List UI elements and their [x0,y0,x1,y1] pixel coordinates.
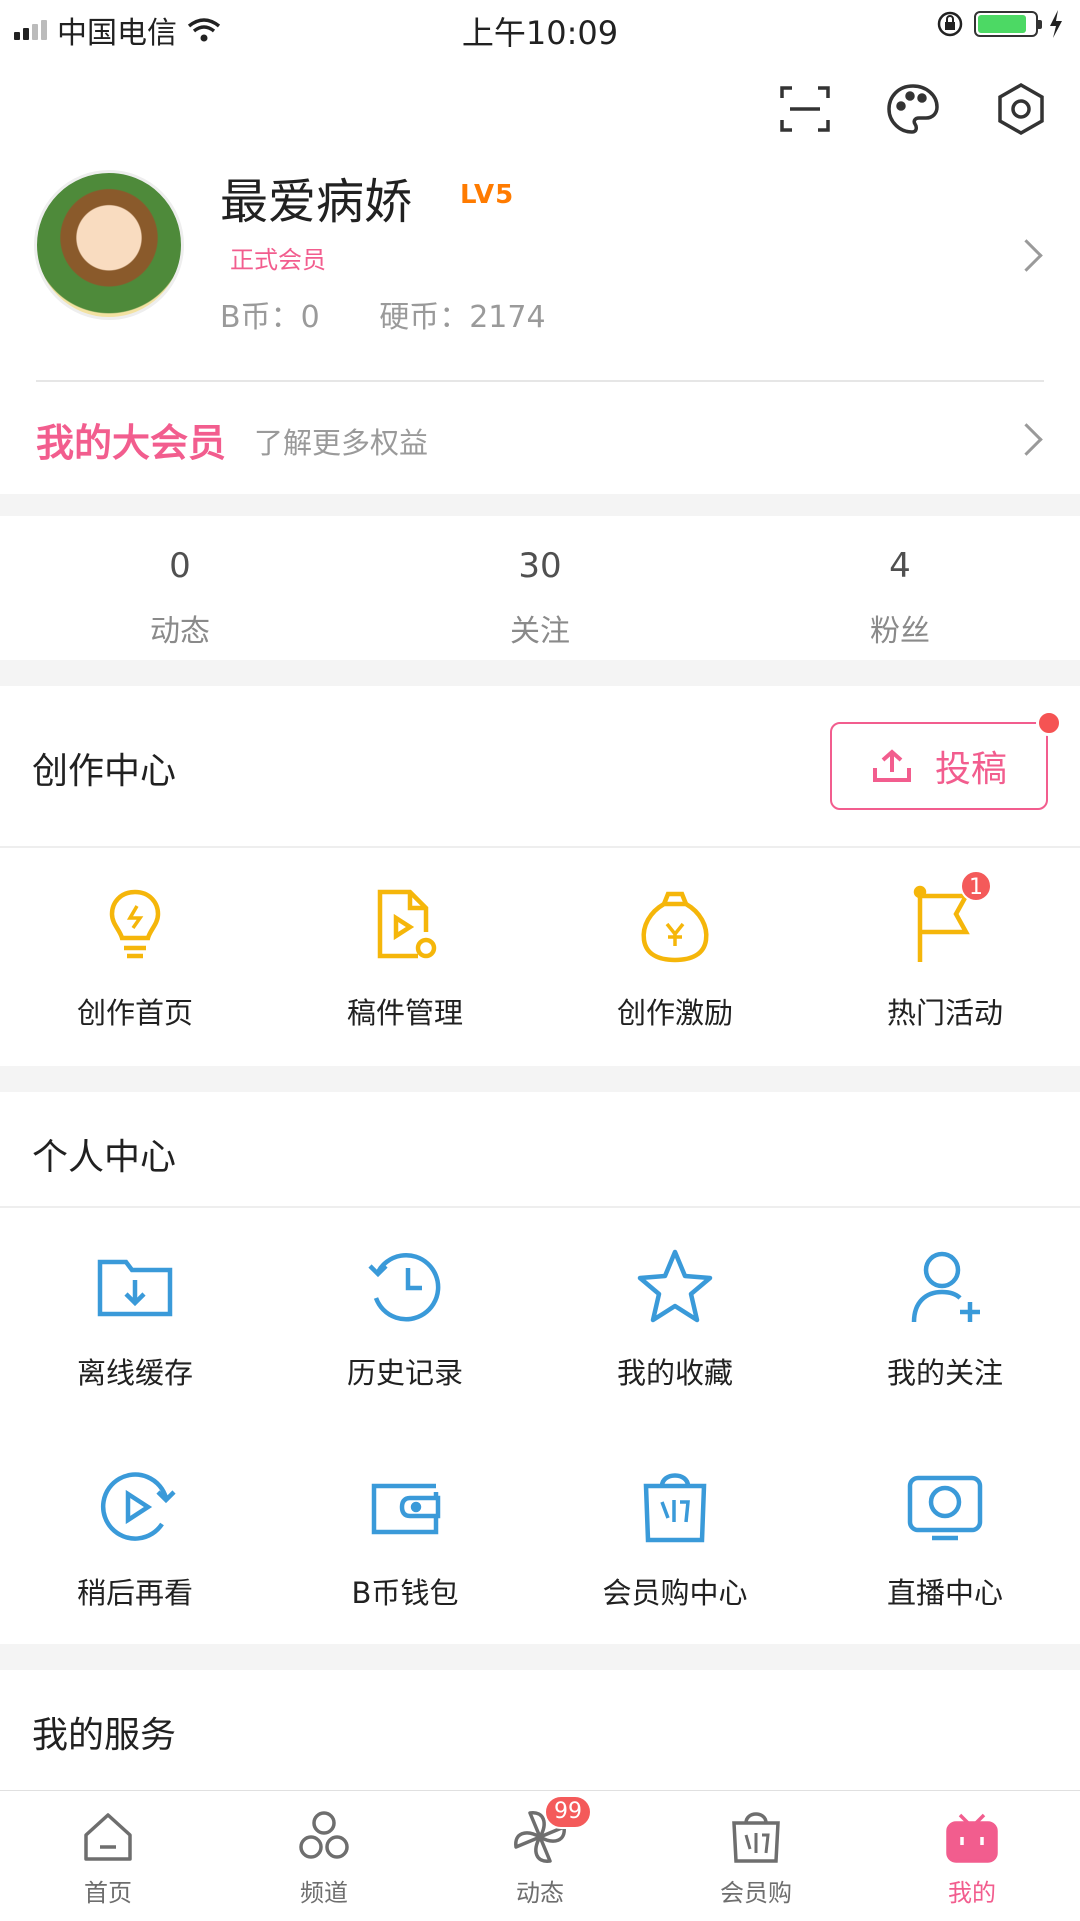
flag-icon: 1 [900,870,992,972]
divider [0,846,1080,848]
level-badge: LV5 [460,180,515,210]
offline-cache-item[interactable]: 离线缓存 [0,1242,270,1392]
bottom-tab-bar: 首页 频道 99 动态 会员购 我的 [0,1790,1080,1921]
item-label: 直播中心 [886,1576,1003,1610]
stat-value: 4 [889,546,911,586]
item-label: 离线缓存 [76,1356,193,1390]
stat-value: 0 [169,546,191,586]
upload-icon [872,749,911,782]
channel-icon [294,1807,354,1867]
item-label: 热门活动 [886,996,1003,1030]
chevron-right-icon [1010,239,1043,272]
upload-label: 投稿 [934,749,1007,790]
big-vip-subtitle: 了解更多权益 [254,426,429,460]
divider [0,1206,1080,1208]
rotation-lock-icon [937,11,963,37]
favorites-item[interactable]: 我的收藏 [540,1242,810,1392]
bilibili-tv-icon [942,1807,1002,1867]
item-label: B币钱包 [351,1576,459,1610]
my-services-section: 我的服务 [0,1670,1080,1790]
stat-dynamic[interactable]: 0 动态 [0,546,360,650]
stat-value: 30 [518,546,562,586]
section-title: 个人中心 [32,1137,177,1178]
tab-label: 我的 [948,1879,996,1907]
chevron-right-icon [1010,423,1043,456]
item-label: 稍后再看 [76,1576,193,1610]
scan-icon[interactable] [776,80,834,138]
item-label: 会员购中心 [602,1576,748,1610]
wallet-icon [360,1462,450,1552]
history-item[interactable]: 历史记录 [270,1242,540,1392]
tab-home[interactable]: 首页 [0,1807,216,1908]
history-clock-icon [360,1242,450,1332]
item-label: 我的关注 [886,1356,1003,1390]
item-label: 稿件管理 [346,996,463,1030]
tab-vip-shop[interactable]: 会员购 [648,1807,864,1908]
stat-label: 关注 [510,614,570,649]
tab-dynamic[interactable]: 99 动态 [432,1795,648,1908]
settings-gear-icon[interactable] [992,80,1050,138]
manuscript-manage-item[interactable]: 稿件管理 [270,882,540,1032]
shop-bag-icon [726,1807,786,1867]
live-center-item[interactable]: 直播中心 [810,1462,1080,1612]
my-following-item[interactable]: 我的关注 [810,1242,1080,1392]
item-label: 我的收藏 [616,1356,733,1390]
tab-label: 频道 [300,1879,348,1907]
bcoin-balance: B币：0 [220,300,320,335]
lightbulb-icon [90,882,180,972]
avatar[interactable] [34,170,184,320]
stat-following[interactable]: 30 关注 [360,546,720,650]
notification-badge: 99 [544,1795,592,1829]
stat-label: 动态 [150,614,210,649]
tab-label: 首页 [84,1879,132,1907]
big-vip-row[interactable]: 我的大会员 了解更多权益 [0,382,1080,494]
creation-incentive-item[interactable]: 创作激励 [540,882,810,1032]
upload-button[interactable]: 投稿 [830,722,1048,810]
charging-icon [1050,10,1062,38]
notification-badge: 1 [960,870,992,902]
item-label: 历史记录 [346,1356,463,1390]
stat-label: 粉丝 [870,614,930,649]
live-tv-icon [900,1462,990,1552]
creation-center-section: 创作中心 投稿 创作首页 稿件管理 创作激励 1 热门活动 [0,686,1080,1066]
tab-label: 动态 [516,1879,564,1907]
bcoin-wallet-item[interactable]: B币钱包 [270,1462,540,1612]
pinwheel-icon: 99 [510,1795,592,1867]
vip-shop-center-item[interactable]: 会员购中心 [540,1462,810,1612]
member-type-label: 正式会员 [230,246,326,274]
play-later-icon [90,1462,180,1552]
coin-balance: B币：0 硬币：2174 [220,292,596,336]
stat-fans[interactable]: 4 粉丝 [720,546,1080,650]
tab-label: 会员购 [720,1879,792,1907]
tab-channel[interactable]: 频道 [216,1807,432,1908]
item-label: 创作激励 [616,996,733,1030]
stats-row: 0 动态 30 关注 4 粉丝 [0,516,1080,660]
big-vip-title: 我的大会员 [36,421,227,465]
video-file-icon [360,882,450,972]
status-bar: 中国电信 上午10:09 [0,0,1080,56]
notification-dot [1036,710,1062,736]
profile-card[interactable]: 最爱病娇 LV5 正式会员 B币：0 硬币：2174 [0,156,1080,382]
star-icon [630,1242,720,1332]
hot-activity-item[interactable]: 1 热门活动 [810,870,1080,1032]
item-label: 创作首页 [76,996,193,1030]
home-icon [78,1807,138,1867]
shopping-bag-icon [630,1462,720,1552]
creation-home-item[interactable]: 创作首页 [0,882,270,1032]
section-title: 我的服务 [32,1715,177,1756]
personal-center-section: 个人中心 离线缓存 历史记录 我的收藏 我的关注 稍后再看 B币钱包 会员购中心… [0,1092,1080,1644]
download-folder-icon [90,1242,180,1332]
add-user-icon [900,1242,990,1332]
tab-mine[interactable]: 我的 [864,1807,1080,1908]
username: 最爱病娇 [220,174,413,230]
my-profile-page: 中国电信 上午10:09 最爱病娇 LV5 正式会员 B币：0 硬币：2174 … [0,0,1080,1921]
hardcoin-balance: 硬币：2174 [379,300,546,335]
watch-later-item[interactable]: 稍后再看 [0,1462,270,1612]
top-toolbar [0,56,1080,156]
section-title: 创作中心 [32,751,177,792]
theme-palette-icon[interactable] [884,80,942,138]
clock: 上午10:09 [461,14,619,52]
money-bag-icon [630,882,720,972]
battery-icon [974,11,1042,37]
